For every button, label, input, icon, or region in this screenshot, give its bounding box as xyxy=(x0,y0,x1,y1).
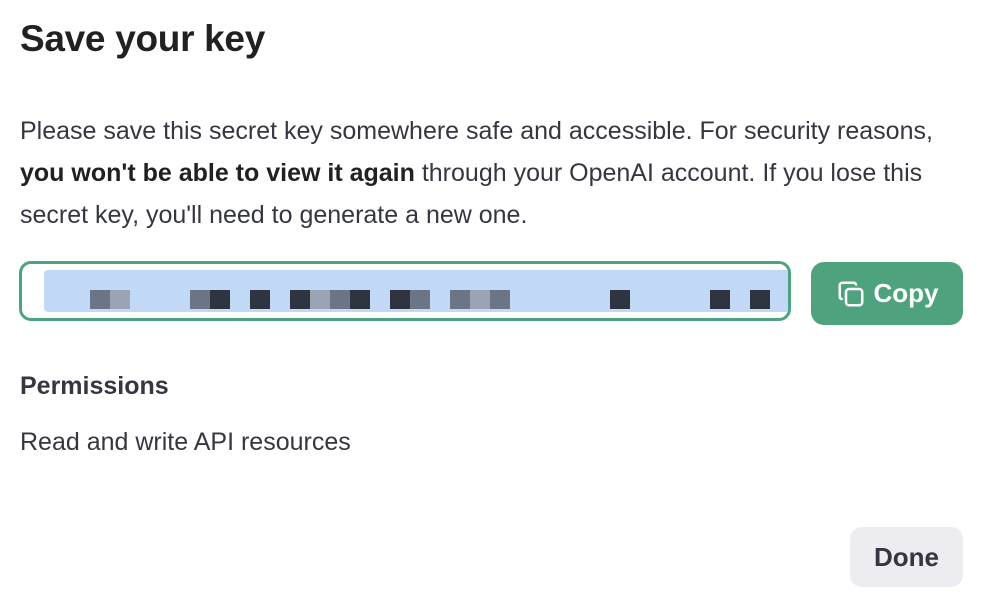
description-text-before: Please save this secret key somewhere sa… xyxy=(20,117,933,145)
copy-button-label: Copy xyxy=(873,278,939,308)
secret-key-input[interactable] xyxy=(22,264,788,318)
permissions-label: Permissions xyxy=(20,372,169,400)
dialog-description: Please save this secret key somewhere sa… xyxy=(20,110,970,236)
secret-key-field[interactable] xyxy=(19,261,791,321)
copy-button[interactable]: Copy xyxy=(811,262,963,325)
dialog-title: Save your key xyxy=(20,18,265,59)
description-emphasis: you won't be able to view it again xyxy=(20,159,415,187)
done-button[interactable]: Done xyxy=(850,527,963,587)
copy-icon xyxy=(836,279,866,309)
permissions-value: Read and write API resources xyxy=(20,428,351,456)
